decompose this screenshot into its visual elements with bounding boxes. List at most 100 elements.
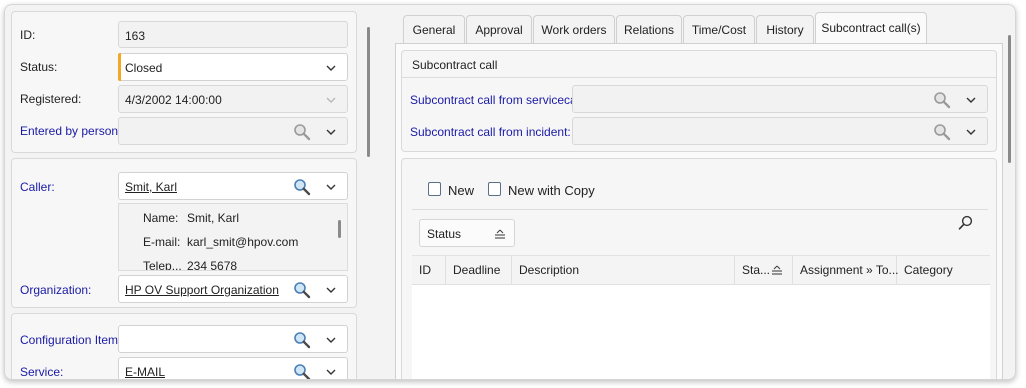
search-icon[interactable] <box>293 363 311 380</box>
from-incident-field[interactable] <box>572 117 988 145</box>
column-header-description[interactable]: Description <box>512 256 735 284</box>
required-marker <box>118 53 121 81</box>
column-header-category[interactable]: Category <box>897 256 990 284</box>
column-label: Description <box>519 263 580 277</box>
right-pane-scrollbar[interactable] <box>1008 35 1011 163</box>
details-scrollbar[interactable] <box>338 220 341 238</box>
panel-call-info: ID: 163 Status: Closed Registered: 4/3/2… <box>11 11 357 153</box>
from-incident-label[interactable]: Subcontract call from incident: <box>410 125 571 139</box>
organization-field[interactable]: HP OV Support Organization <box>118 275 348 303</box>
status-label: Status: <box>20 60 58 74</box>
caller-phone-value: 234 5678 <box>187 259 238 271</box>
caller-email-value: karl_smit@hpov.com <box>187 235 299 249</box>
chevron-down-icon[interactable] <box>325 181 337 193</box>
tab-label: Approval <box>475 23 523 37</box>
search-icon[interactable] <box>958 215 974 231</box>
tab-general[interactable]: General <box>403 15 465 43</box>
window: ID: 163 Status: Closed Registered: 4/3/2… <box>4 4 1016 380</box>
tab-label: Subcontract call(s) <box>821 21 921 35</box>
sort-icon[interactable] <box>771 265 783 275</box>
caller-details: Name: Smit, Karl E-mail: karl_smit@hpov.… <box>118 203 348 271</box>
table-header: ID Deadline Description Sta... Assignmen… <box>412 256 990 285</box>
column-label: Assignment » To... <box>800 263 899 277</box>
results-table: ID Deadline Description Sta... Assignmen… <box>412 255 990 379</box>
panel-caller: Caller: Smit, Karl Name: Smit, Karl E-ma… <box>11 158 357 308</box>
id-field: 163 <box>118 21 348 48</box>
new-doc-icon <box>428 182 441 196</box>
tab-label: Time/Cost <box>691 23 747 37</box>
service-label[interactable]: Service: <box>20 365 63 379</box>
column-label: Sta... <box>742 263 771 277</box>
config-item-label[interactable]: Configuration Item: <box>20 333 121 347</box>
search-icon[interactable] <box>293 123 311 141</box>
search-icon[interactable] <box>293 281 311 299</box>
tab-label: Relations <box>623 23 675 37</box>
registered-label: Registered: <box>20 92 82 106</box>
search-icon[interactable] <box>293 178 311 196</box>
tab-relations[interactable]: Relations <box>616 15 682 43</box>
registered-field: 4/3/2002 14:00:00 <box>118 85 348 113</box>
registered-value: 4/3/2002 14:00:00 <box>125 93 222 107</box>
status-value: Closed <box>125 61 163 75</box>
column-label: Category <box>904 263 953 277</box>
tab-label: History <box>766 23 804 37</box>
new-with-copy-label: New with Copy <box>508 183 595 198</box>
service-field[interactable]: E-MAIL <box>118 357 348 380</box>
column-header-id[interactable]: ID <box>412 256 446 284</box>
tab-time-cost[interactable]: Time/Cost <box>683 15 755 43</box>
sort-icon[interactable] <box>494 229 506 239</box>
entered-by-label[interactable]: Entered by person: <box>20 124 121 138</box>
caller-value[interactable]: Smit, Karl <box>125 180 177 194</box>
chevron-down-icon[interactable] <box>325 126 337 138</box>
panel-subcontract-list: New New with Copy Status ID Deadline Des… <box>401 158 997 379</box>
caller-name-value: Smit, Karl <box>187 211 240 225</box>
tab-label: General <box>412 23 456 37</box>
organization-value[interactable]: HP OV Support Organization <box>125 283 279 297</box>
chevron-down-icon[interactable] <box>325 366 337 378</box>
from-servicecall-label[interactable]: Subcontract call from servicecall: <box>410 93 585 107</box>
service-value[interactable]: E-MAIL <box>125 365 165 379</box>
new-label: New <box>448 183 475 198</box>
caller-phone-label: Telep... <box>143 259 182 271</box>
column-header-deadline[interactable]: Deadline <box>446 256 512 284</box>
new-button[interactable]: New <box>428 181 478 199</box>
tab-history[interactable]: History <box>756 15 814 43</box>
caller-field[interactable]: Smit, Karl <box>118 172 348 200</box>
panel-subcontract-call: Subcontract call Subcontract call from s… <box>401 50 997 152</box>
group-status-label: Status <box>427 227 462 241</box>
caller-label[interactable]: Caller: <box>20 180 55 194</box>
chevron-down-icon[interactable] <box>325 334 337 346</box>
column-header-assignment-to[interactable]: Assignment » To... <box>793 256 899 284</box>
caller-email-label: E-mail: <box>143 235 181 249</box>
config-item-field[interactable] <box>118 325 348 353</box>
id-value: 163 <box>125 29 146 43</box>
group-by-status-chip[interactable]: Status <box>419 219 515 247</box>
chevron-down-icon[interactable] <box>965 94 977 106</box>
subcontract-section-title: Subcontract call <box>412 58 498 72</box>
search-icon[interactable] <box>933 91 951 109</box>
tab-approval[interactable]: Approval <box>466 15 532 43</box>
panel-config: Configuration Item: Service: E-MAIL <box>11 313 357 380</box>
status-select[interactable]: Closed <box>118 53 348 81</box>
section-divider <box>402 77 996 78</box>
copy-doc-icon <box>488 182 501 196</box>
from-servicecall-field[interactable] <box>572 85 988 113</box>
chevron-down-icon <box>326 97 336 103</box>
chevron-down-icon[interactable] <box>325 284 337 296</box>
column-label: ID <box>419 263 431 277</box>
chevron-down-icon[interactable] <box>965 126 977 138</box>
tab-content: Subcontract call Subcontract call from s… <box>395 43 1003 379</box>
new-with-copy-button[interactable]: New with Copy <box>488 181 598 199</box>
chevron-down-icon[interactable] <box>325 62 337 74</box>
tab-subcontract-calls[interactable]: Subcontract call(s) <box>815 12 927 44</box>
caller-name-label: Name: <box>143 211 179 225</box>
search-icon[interactable] <box>293 331 311 349</box>
organization-label[interactable]: Organization: <box>20 283 91 297</box>
search-icon[interactable] <box>933 123 951 141</box>
left-pane-scrollbar[interactable] <box>367 27 370 157</box>
tab-work-orders[interactable]: Work orders <box>533 15 615 43</box>
column-header-status[interactable]: Sta... <box>735 256 793 284</box>
id-label: ID: <box>20 28 36 42</box>
tab-label: Work orders <box>541 23 607 37</box>
entered-by-field[interactable] <box>118 117 348 145</box>
